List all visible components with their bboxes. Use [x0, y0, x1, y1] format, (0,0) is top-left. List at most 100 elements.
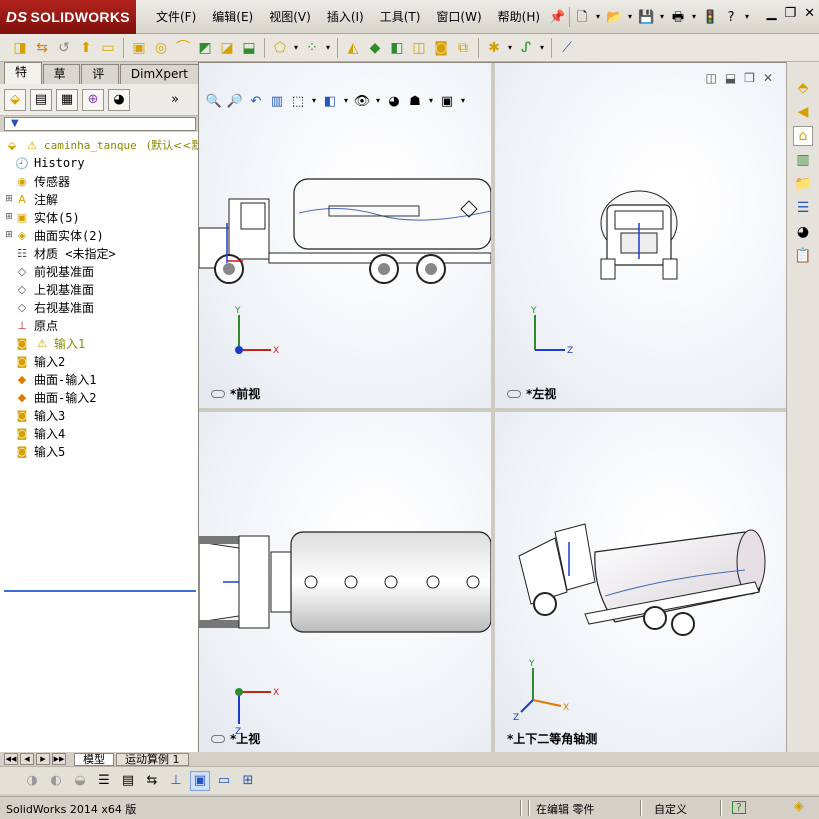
rollback-bar[interactable]: [4, 590, 196, 592]
minimize-icon[interactable]: ▁: [766, 6, 776, 21]
expand-icon[interactable]: ⊞: [4, 230, 14, 240]
chevron-down-icon[interactable]: ▾: [594, 8, 602, 26]
menu-file[interactable]: 文件(F): [148, 0, 204, 34]
cut-icon[interactable]: ▭: [98, 38, 118, 58]
wrap-icon[interactable]: ◫: [409, 38, 429, 58]
chevron-down-icon[interactable]: ▾: [292, 38, 300, 58]
tree-item[interactable]: ◙ ⚠ 输入1: [0, 334, 86, 352]
two-view-icon[interactable]: ▭: [214, 771, 234, 791]
chevron-down-icon[interactable]: ▾: [690, 8, 698, 26]
tree-item[interactable]: ◆ 曲面-输入1: [0, 370, 97, 388]
chevron-down-icon[interactable]: ▾: [374, 92, 382, 110]
appearance-icon[interactable]: ◕: [385, 92, 403, 110]
open-folder-icon[interactable]: 📂: [605, 8, 623, 26]
tab-first-icon[interactable]: ◀◀: [4, 753, 18, 765]
dimxpert-manager-icon[interactable]: ⊕: [82, 88, 104, 111]
tile-horizontal-icon[interactable]: ◫: [705, 71, 716, 85]
viewport-top[interactable]: X Z *上视: [199, 412, 491, 753]
single-view-icon[interactable]: ▣: [190, 770, 210, 791]
tab-prev-icon[interactable]: ◀: [20, 753, 34, 765]
tree-item[interactable]: ⊥ 原点: [0, 316, 58, 334]
chevron-down-icon[interactable]: ▾: [506, 38, 514, 58]
custom-properties-icon[interactable]: 📋: [793, 246, 813, 266]
tab-dimxpert[interactable]: DimXpert: [119, 64, 199, 84]
tab-features[interactable]: 特征: [4, 62, 42, 98]
graphics-area[interactable]: 🔍 🔎 ↶ ▥ ⬚ ▾ ◧ ▾ 👁 ▾ ◕ ☗ ▾ ▣ ▾ Y X *前视 ◫ …: [198, 62, 787, 753]
menu-help[interactable]: 帮助(H): [490, 0, 548, 34]
chevron-down-icon[interactable]: ▾: [310, 92, 318, 110]
rib-icon[interactable]: ◭: [343, 38, 363, 58]
menu-view[interactable]: 视图(V): [261, 0, 319, 34]
file-explorer-icon[interactable]: 📁: [793, 174, 813, 194]
chevron-down-icon[interactable]: ▾: [459, 92, 467, 110]
help-icon[interactable]: ?: [732, 801, 746, 814]
rebuild-icon[interactable]: 🚦: [701, 8, 719, 26]
appearances-icon[interactable]: ◕: [793, 222, 813, 242]
curves-icon[interactable]: ᔑ: [516, 38, 536, 58]
design-library-icon[interactable]: ▥: [793, 150, 813, 170]
chevron-down-icon[interactable]: ▾: [658, 8, 666, 26]
draft-icon[interactable]: ◆: [365, 38, 385, 58]
instant3d-icon[interactable]: ⟋: [557, 38, 577, 58]
units-text[interactable]: 自定义: [654, 801, 687, 817]
four-view-icon[interactable]: ⊞: [238, 771, 258, 791]
display-manager-icon[interactable]: ◕: [108, 88, 130, 111]
view-palette-icon[interactable]: ☰: [793, 198, 813, 218]
tree-item[interactable]: ⊞ ▣ 实体(5): [0, 208, 79, 226]
rebuild-status-icon[interactable]: ◈: [794, 799, 804, 814]
tree-item[interactable]: ◇ 前视基准面: [0, 262, 94, 280]
tree-item[interactable]: ◆ 曲面-输入2: [0, 388, 97, 406]
viewport-left[interactable]: ◫ ⬓ ❐ ✕ Y Z *左视: [495, 63, 787, 408]
solidworks-resources-icon[interactable]: ⌂: [793, 126, 813, 146]
hidden-lines-icon[interactable]: ◒: [70, 771, 90, 791]
expand-panel-icon[interactable]: »: [164, 89, 186, 111]
view-orientation-icon[interactable]: ⬚: [289, 92, 307, 110]
tab-evaluate[interactable]: 评估: [81, 64, 119, 100]
tree-item[interactable]: ☷ 材质 <未指定>: [0, 244, 116, 262]
tree-item[interactable]: ◙ 输入3: [0, 406, 66, 424]
scene-icon[interactable]: ☗: [406, 92, 424, 110]
pattern-icon[interactable]: ⁘: [302, 38, 322, 58]
chevron-down-icon[interactable]: ▾: [427, 92, 435, 110]
save-icon[interactable]: 💾: [637, 8, 655, 26]
knit-icon[interactable]: ◪: [217, 38, 237, 58]
surface-icon[interactable]: ▣: [129, 38, 149, 58]
tree-item[interactable]: ⊞ ◈ 曲面实体(2): [0, 226, 103, 244]
draft-quality-icon[interactable]: ⇆: [142, 771, 162, 791]
task-pane-pin-icon[interactable]: ⬘: [793, 78, 813, 98]
zoom-area-icon[interactable]: 🔎: [226, 92, 244, 110]
dome-icon[interactable]: ◧: [387, 38, 407, 58]
chevron-down-icon[interactable]: ▾: [743, 8, 751, 26]
close-icon[interactable]: ✕: [804, 6, 815, 21]
hide-show-icon[interactable]: 👁: [353, 92, 371, 110]
tab-motion-study[interactable]: 运动算例 1: [116, 752, 189, 766]
reference-geometry-icon[interactable]: ✱: [484, 38, 504, 58]
task-pane-arrow-icon[interactable]: ◀: [793, 102, 813, 122]
move-face-icon[interactable]: ⇆: [32, 38, 52, 58]
tab-sketch[interactable]: 草图: [42, 64, 81, 100]
tree-item[interactable]: ◉ 传感器: [0, 172, 70, 190]
shell-icon[interactable]: ⬠: [270, 38, 290, 58]
combine-icon[interactable]: ⧉: [453, 38, 473, 58]
tree-item[interactable]: 🕘 History: [0, 154, 84, 172]
extrude-icon[interactable]: ⬆: [76, 38, 96, 58]
display-style-icon[interactable]: ◧: [321, 92, 339, 110]
feature-manager-icon[interactable]: ⬙: [4, 88, 26, 111]
restore-viewport-icon[interactable]: ❐: [744, 71, 755, 85]
expand-icon[interactable]: ⊞: [4, 194, 14, 204]
tile-vertical-icon[interactable]: ⬓: [725, 71, 736, 85]
tree-item[interactable]: ⊞ A 注解: [0, 190, 58, 208]
help-icon[interactable]: ?: [722, 8, 740, 26]
section-view-icon[interactable]: ▥: [268, 92, 286, 110]
chevron-down-icon[interactable]: ▾: [342, 92, 350, 110]
menu-edit[interactable]: 编辑(E): [204, 0, 261, 34]
tab-next-icon[interactable]: ▶: [36, 753, 50, 765]
fillet-icon[interactable]: ↺: [54, 38, 74, 58]
chevron-down-icon[interactable]: ▾: [626, 8, 634, 26]
tree-item[interactable]: ◙ 输入5: [0, 442, 66, 460]
menu-window[interactable]: 窗口(W): [428, 0, 489, 34]
close-viewport-icon[interactable]: ✕: [763, 71, 773, 85]
vertical-splitter[interactable]: [491, 63, 495, 753]
chevron-down-icon[interactable]: ▾: [538, 38, 546, 58]
print-icon[interactable]: 🖶: [669, 8, 687, 26]
